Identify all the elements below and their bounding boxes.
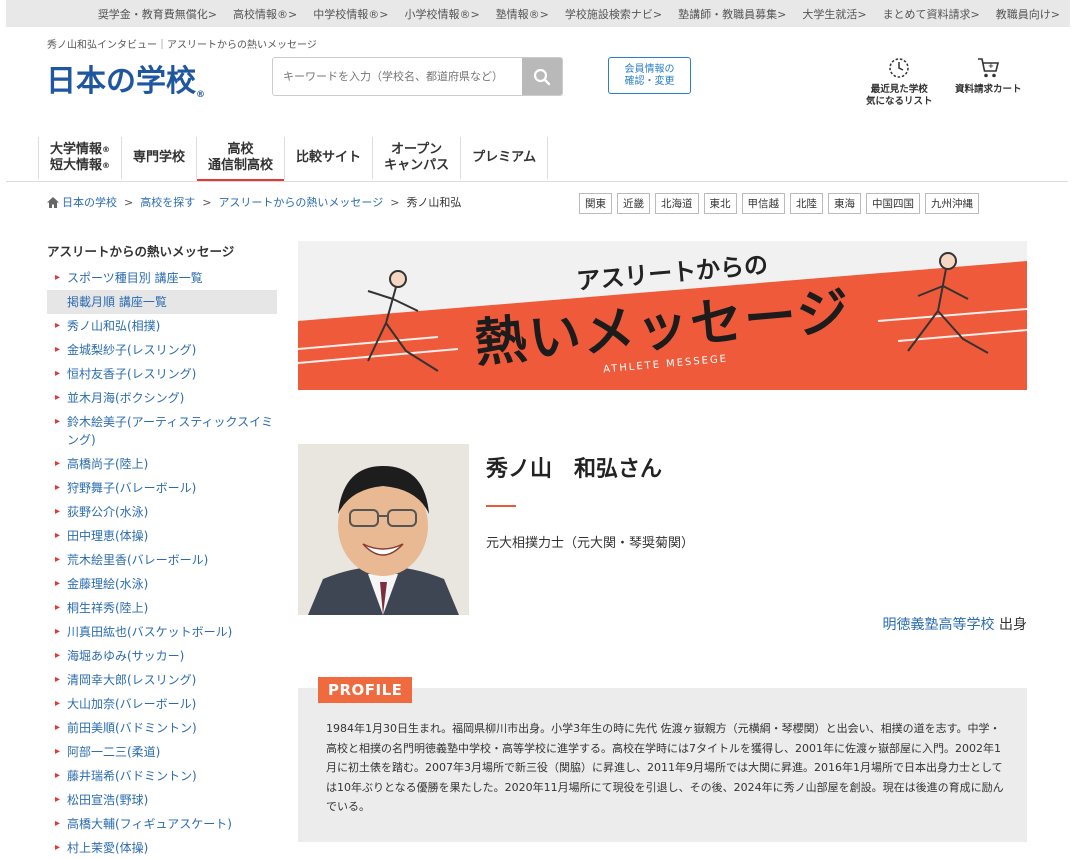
breadcrumb-home[interactable]: 日本の学校 bbox=[62, 194, 117, 210]
school-link[interactable]: 明徳義塾高等学校 bbox=[883, 617, 995, 633]
nav-compare[interactable]: 比較サイト bbox=[285, 137, 374, 179]
region-tohoku[interactable]: 東北 bbox=[703, 193, 737, 214]
search-box bbox=[272, 57, 563, 96]
region-chugoku-shikoku[interactable]: 中国四国 bbox=[866, 193, 920, 214]
sidebar-item[interactable]: 村上茉愛(体操) bbox=[47, 836, 277, 859]
breadcrumb: 日本の学校 > 高校を探す > アスリートからの熱いメッセージ > 秀ノ山和弘 bbox=[47, 194, 461, 210]
sidebar-item[interactable]: 大山加奈(バレーボール) bbox=[47, 692, 277, 716]
breadcrumb-separator: > bbox=[124, 195, 134, 209]
search-icon bbox=[533, 68, 551, 85]
global-nav: 大学情報® 短大情報® 専門学校 高校 通信制高校 比較サイト オープン キャンパス … bbox=[38, 137, 549, 182]
top-link-elementary[interactable]: 小学校情報®> bbox=[404, 6, 479, 22]
region-hokuriku[interactable]: 北陸 bbox=[790, 193, 823, 214]
athlete-portrait bbox=[298, 444, 469, 615]
sidebar-item[interactable]: 藤井瑞希(バドミントン) bbox=[47, 764, 277, 788]
sidebar-item[interactable]: スポーツ種目別 講座一覧 bbox=[47, 266, 277, 290]
breadcrumb-current: 秀ノ山和弘 bbox=[406, 196, 462, 209]
name-underline bbox=[486, 505, 516, 507]
sidebar-item[interactable]: 松田宣浩(野球) bbox=[47, 788, 277, 812]
request-cart-link[interactable]: + 資料請求カート bbox=[955, 56, 1022, 96]
page-tagline: 秀ノ山和弘インタビュー｜アスリートからの熱いメッセージ bbox=[47, 40, 317, 51]
profile-tag: PROFILE bbox=[318, 677, 413, 703]
nav-premium[interactable]: プレミアム bbox=[461, 137, 549, 179]
sidebar-item[interactable]: 高橋尚子(陸上) bbox=[47, 452, 277, 476]
sidebar-item[interactable]: 田中理恵(体操) bbox=[47, 524, 277, 548]
top-link-recruit[interactable]: 塾講師・教職員募集> bbox=[678, 6, 786, 22]
home-icon bbox=[47, 196, 59, 208]
nav-high-school[interactable]: 高校 通信制高校 bbox=[197, 137, 286, 182]
region-tokai[interactable]: 東海 bbox=[828, 193, 861, 214]
alma-mater: 明徳義塾高等学校 出身 bbox=[883, 614, 1027, 634]
top-link-job-hunting[interactable]: 大学生就活> bbox=[802, 6, 866, 22]
top-link-juku[interactable]: 塾情報®> bbox=[496, 6, 549, 22]
sidebar-item[interactable]: 清岡幸大郎(レスリング) bbox=[47, 668, 277, 692]
search-button[interactable] bbox=[522, 58, 562, 95]
breadcrumb-separator: > bbox=[202, 195, 212, 209]
sidebar-heading: アスリートからの熱いメッセージ bbox=[47, 244, 235, 259]
region-kyushu-okinawa[interactable]: 九州沖縄 bbox=[925, 193, 979, 214]
region-hokkaido[interactable]: 北海道 bbox=[655, 193, 699, 214]
sidebar-item[interactable]: 桐生祥秀(陸上) bbox=[47, 596, 277, 620]
top-link-scholarship[interactable]: 奨学金・教育費無償化> bbox=[98, 6, 217, 22]
search-input[interactable] bbox=[273, 58, 522, 95]
athlete-title: 元大相撲力士（元大関・琴奨菊関） bbox=[486, 536, 695, 551]
top-link-facility-navi[interactable]: 学校施設検索ナビ> bbox=[565, 6, 662, 22]
member-info-button[interactable]: 会員情報の 確認・変更 bbox=[608, 57, 691, 94]
sidebar-item[interactable]: 高橋大輔(フィギュアスケート) bbox=[47, 812, 277, 836]
sidebar-item[interactable]: 金藤理絵(水泳) bbox=[47, 572, 277, 596]
sidebar-item[interactable]: 海堀あゆみ(サッカー) bbox=[47, 644, 277, 668]
top-link-bulk-request[interactable]: まとめて資料請求> bbox=[883, 6, 980, 22]
sidebar-item[interactable]: 鈴木絵美子(アーティスティックスイミング) bbox=[47, 410, 277, 452]
breadcrumb-search[interactable]: 高校を探す bbox=[140, 194, 195, 210]
top-link-bar: 奨学金・教育費無償化> 高校情報®> 中学校情報®> 小学校情報®> 塾情報®>… bbox=[6, 0, 1070, 27]
breadcrumb-separator: > bbox=[390, 195, 400, 209]
breadcrumb-section[interactable]: アスリートからの熱いメッセージ bbox=[218, 194, 383, 210]
sidebar-item[interactable]: 前田美順(バドミントン) bbox=[47, 716, 277, 740]
sidebar-item[interactable]: 荒木絵里香(バレーボール) bbox=[47, 548, 277, 572]
top-link-teachers[interactable]: 教職員向け> bbox=[996, 6, 1060, 22]
nav-university[interactable]: 大学情報® 短大情報® bbox=[38, 137, 123, 179]
sidebar-item[interactable]: 秀ノ山和弘(相撲) bbox=[47, 314, 277, 338]
top-link-high-school[interactable]: 高校情報®> bbox=[233, 6, 297, 22]
profile-text: 1984年1月30日生まれ。福岡県柳川市出身。小学3年生の時に先代 佐渡ヶ嶽親方… bbox=[326, 722, 1004, 813]
sidebar-item[interactable]: 金城梨紗子(レスリング) bbox=[47, 338, 277, 362]
sidebar-item[interactable]: 阿部一二三(柔道) bbox=[47, 740, 277, 764]
region-koshinetsu[interactable]: 甲信越 bbox=[741, 193, 785, 214]
nav-open-campus[interactable]: オープン キャンパス bbox=[373, 137, 462, 179]
sidebar-item[interactable]: 並木月海(ボクシング) bbox=[47, 386, 277, 410]
athlete-name: 秀ノ山 和弘さん bbox=[486, 457, 663, 482]
athlete-message-banner: アスリートからの 熱いメッセージ ATHLETE MESSEGE bbox=[298, 241, 1027, 390]
cart-count-glyph: + bbox=[988, 62, 994, 70]
region-kinki[interactable]: 近畿 bbox=[617, 193, 650, 214]
recent-schools-link[interactable]: 最近見た学校 気になるリスト bbox=[866, 56, 933, 108]
sidebar-item[interactable]: 川真田紘也(バスケットボール) bbox=[47, 620, 277, 644]
sidebar: アスリートからの熱いメッセージ スポーツ種目別 講座一覧掲載月順 講座一覧秀ノ山… bbox=[47, 241, 277, 859]
sidebar-item[interactable]: 荻野公介(水泳) bbox=[47, 500, 277, 524]
school-suffix: 出身 bbox=[994, 617, 1027, 633]
region-kanto[interactable]: 関東 bbox=[579, 193, 612, 214]
sidebar-item[interactable]: 恒村友香子(レスリング) bbox=[47, 362, 277, 386]
top-link-junior-high[interactable]: 中学校情報®> bbox=[313, 6, 388, 22]
clock-icon bbox=[889, 58, 909, 78]
sidebar-item[interactable]: 掲載月順 講座一覧 bbox=[47, 290, 277, 314]
region-links: 関東 近畿 北海道 東北 甲信越 北陸 東海 中国四国 九州沖縄 bbox=[579, 193, 979, 214]
sidebar-item[interactable]: 狩野舞子(バレーボール) bbox=[47, 476, 277, 500]
athlete-photo bbox=[298, 444, 469, 615]
site-logo[interactable]: 日本の学校® bbox=[46, 56, 205, 100]
sidebar-list: スポーツ種目別 講座一覧掲載月順 講座一覧秀ノ山和弘(相撲)金城梨紗子(レスリン… bbox=[47, 266, 277, 859]
cart-icon: + bbox=[978, 58, 1000, 78]
header-divider bbox=[6, 181, 1068, 182]
nav-senmon[interactable]: 専門学校 bbox=[122, 137, 198, 179]
